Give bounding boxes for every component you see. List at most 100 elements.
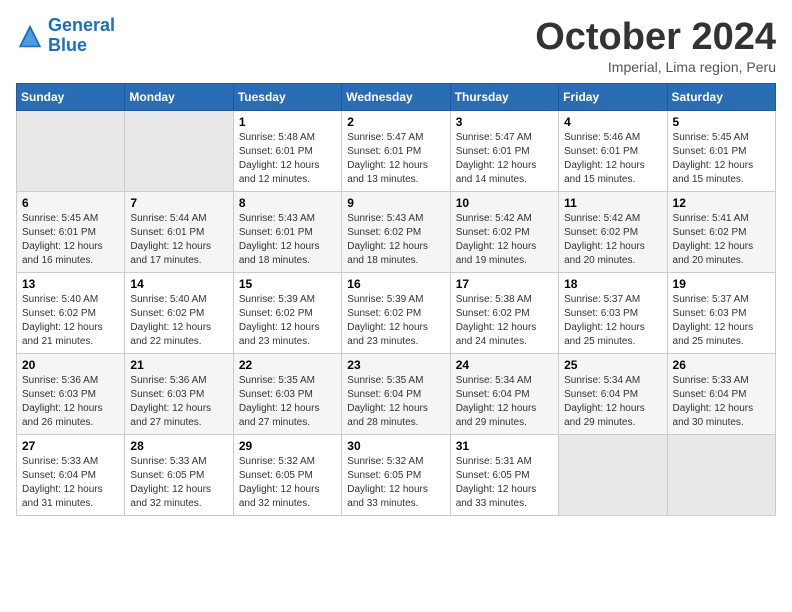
page-header: General Blue October 2024 Imperial, Lima… [16, 16, 776, 75]
calendar-table: SundayMondayTuesdayWednesdayThursdayFrid… [16, 83, 776, 516]
day-number: 23 [347, 358, 444, 372]
day-info: Sunrise: 5:39 AMSunset: 6:02 PMDaylight:… [347, 293, 444, 349]
day-number: 13 [22, 277, 119, 291]
weekday-header-sunday: Sunday [17, 84, 125, 111]
day-info: Sunrise: 5:38 AMSunset: 6:02 PMDaylight:… [456, 293, 553, 349]
calendar-cell: 3Sunrise: 5:47 AMSunset: 6:01 PMDaylight… [450, 111, 558, 192]
day-number: 17 [456, 277, 553, 291]
day-number: 27 [22, 439, 119, 453]
day-number: 11 [564, 196, 661, 210]
day-info: Sunrise: 5:35 AMSunset: 6:03 PMDaylight:… [239, 374, 336, 430]
day-number: 29 [239, 439, 336, 453]
calendar-cell: 15 Sunrise: 5:39 AMSunset: 6:02 PMDayligh… [233, 273, 341, 354]
calendar-week-row: 20 Sunrise: 5:36 AMSunset: 6:03 PMDayligh… [17, 354, 776, 435]
day-info: Sunrise: 5:40 AMSunset: 6:02 PMDaylight:… [22, 293, 119, 349]
day-info: Sunrise: 5:34 AMSunset: 6:04 PMDaylight:… [456, 374, 553, 430]
day-info: Sunrise: 5:45 AMSunset: 6:01 PMDaylight:… [22, 212, 119, 268]
day-number: 18 [564, 277, 661, 291]
day-info: Sunrise: 5:33 AMSunset: 6:04 PMDaylight:… [22, 455, 119, 511]
calendar-cell: 31 Sunrise: 5:31 AMSunset: 6:05 PMDayligh… [450, 435, 558, 516]
calendar-cell: 26 Sunrise: 5:33 AMSunset: 6:04 PMDayligh… [667, 354, 775, 435]
calendar-cell: 17 Sunrise: 5:38 AMSunset: 6:02 PMDayligh… [450, 273, 558, 354]
day-info: Sunrise: 5:32 AMSunset: 6:05 PMDaylight:… [347, 455, 444, 511]
day-number: 9 [347, 196, 444, 210]
day-info: Sunrise: 5:33 AMSunset: 6:04 PMDaylight:… [673, 374, 770, 430]
weekday-header-row: SundayMondayTuesdayWednesdayThursdayFrid… [17, 84, 776, 111]
calendar-cell: 14Sunrise: 5:40 AMSunset: 6:02 PMDayligh… [125, 273, 233, 354]
day-info: Sunrise: 5:34 AMSunset: 6:04 PMDaylight:… [564, 374, 661, 430]
logo-icon [16, 22, 44, 50]
calendar-week-row: 6 Sunrise: 5:45 AMSunset: 6:01 PMDaylight… [17, 192, 776, 273]
weekday-header-thursday: Thursday [450, 84, 558, 111]
day-info: Sunrise: 5:44 AMSunset: 6:01 PMDaylight:… [130, 212, 227, 268]
day-info: Sunrise: 5:47 AMSunset: 6:01 PMDaylight:… [347, 131, 444, 187]
calendar-week-row: 1 Sunrise: 5:48 AMSunset: 6:01 PMDaylight… [17, 111, 776, 192]
title-area: October 2024 Imperial, Lima region, Peru [535, 16, 776, 75]
day-info: Sunrise: 5:37 AMSunset: 6:03 PMDaylight:… [564, 293, 661, 349]
calendar-cell [17, 111, 125, 192]
logo-line1: General [48, 15, 115, 35]
day-info: Sunrise: 5:36 AMSunset: 6:03 PMDaylight:… [130, 374, 227, 430]
day-number: 30 [347, 439, 444, 453]
day-info: Sunrise: 5:42 AMSunset: 6:02 PMDaylight:… [456, 212, 553, 268]
day-info: Sunrise: 5:43 AMSunset: 6:02 PMDaylight:… [347, 212, 444, 268]
calendar-cell [667, 435, 775, 516]
day-info: Sunrise: 5:46 AMSunset: 6:01 PMDaylight:… [564, 131, 661, 187]
day-info: Sunrise: 5:31 AMSunset: 6:05 PMDaylight:… [456, 455, 553, 511]
weekday-header-tuesday: Tuesday [233, 84, 341, 111]
calendar-cell: 9 Sunrise: 5:43 AMSunset: 6:02 PMDaylight… [342, 192, 450, 273]
calendar-cell: 22 Sunrise: 5:35 AMSunset: 6:03 PMDayligh… [233, 354, 341, 435]
logo-text: General Blue [48, 16, 115, 56]
day-number: 6 [22, 196, 119, 210]
day-info: Sunrise: 5:48 AMSunset: 6:01 PMDaylight:… [239, 131, 336, 187]
calendar-cell: 1 Sunrise: 5:48 AMSunset: 6:01 PMDaylight… [233, 111, 341, 192]
logo-line2: Blue [48, 35, 87, 55]
day-info: Sunrise: 5:45 AMSunset: 6:01 PMDaylight:… [673, 131, 770, 187]
day-info: Sunrise: 5:33 AMSunset: 6:05 PMDaylight:… [130, 455, 227, 511]
location: Imperial, Lima region, Peru [535, 59, 776, 75]
day-info: Sunrise: 5:35 AMSunset: 6:04 PMDaylight:… [347, 374, 444, 430]
day-number: 1 [239, 115, 336, 129]
day-number: 14 [130, 277, 227, 291]
day-info: Sunrise: 5:39 AMSunset: 6:02 PMDaylight:… [239, 293, 336, 349]
day-number: 16 [347, 277, 444, 291]
day-number: 28 [130, 439, 227, 453]
day-number: 8 [239, 196, 336, 210]
calendar-cell: 4Sunrise: 5:46 AMSunset: 6:01 PMDaylight… [559, 111, 667, 192]
day-info: Sunrise: 5:42 AMSunset: 6:02 PMDaylight:… [564, 212, 661, 268]
calendar-cell [559, 435, 667, 516]
calendar-cell: 5 Sunrise: 5:45 AMSunset: 6:01 PMDaylight… [667, 111, 775, 192]
weekday-header-saturday: Saturday [667, 84, 775, 111]
day-number: 10 [456, 196, 553, 210]
calendar-cell: 27 Sunrise: 5:33 AMSunset: 6:04 PMDayligh… [17, 435, 125, 516]
calendar-cell: 29 Sunrise: 5:32 AMSunset: 6:05 PMDayligh… [233, 435, 341, 516]
day-info: Sunrise: 5:41 AMSunset: 6:02 PMDaylight:… [673, 212, 770, 268]
day-number: 26 [673, 358, 770, 372]
calendar-week-row: 27 Sunrise: 5:33 AMSunset: 6:04 PMDayligh… [17, 435, 776, 516]
day-number: 20 [22, 358, 119, 372]
day-info: Sunrise: 5:32 AMSunset: 6:05 PMDaylight:… [239, 455, 336, 511]
logo: General Blue [16, 16, 115, 56]
day-number: 19 [673, 277, 770, 291]
day-number: 25 [564, 358, 661, 372]
weekday-header-wednesday: Wednesday [342, 84, 450, 111]
day-number: 21 [130, 358, 227, 372]
month-title: October 2024 [535, 16, 776, 59]
day-info: Sunrise: 5:37 AMSunset: 6:03 PMDaylight:… [673, 293, 770, 349]
day-number: 7 [130, 196, 227, 210]
day-info: Sunrise: 5:47 AMSunset: 6:01 PMDaylight:… [456, 131, 553, 187]
day-number: 22 [239, 358, 336, 372]
day-number: 5 [673, 115, 770, 129]
day-info: Sunrise: 5:36 AMSunset: 6:03 PMDaylight:… [22, 374, 119, 430]
calendar-cell: 19 Sunrise: 5:37 AMSunset: 6:03 PMDayligh… [667, 273, 775, 354]
calendar-cell: 21 Sunrise: 5:36 AMSunset: 6:03 PMDayligh… [125, 354, 233, 435]
day-number: 31 [456, 439, 553, 453]
calendar-cell: 25 Sunrise: 5:34 AMSunset: 6:04 PMDayligh… [559, 354, 667, 435]
calendar-cell: 2Sunrise: 5:47 AMSunset: 6:01 PMDaylight… [342, 111, 450, 192]
weekday-header-monday: Monday [125, 84, 233, 111]
weekday-header-friday: Friday [559, 84, 667, 111]
day-number: 24 [456, 358, 553, 372]
day-number: 15 [239, 277, 336, 291]
calendar-cell: 18 Sunrise: 5:37 AMSunset: 6:03 PMDayligh… [559, 273, 667, 354]
calendar-cell: 7 Sunrise: 5:44 AMSunset: 6:01 PMDaylight… [125, 192, 233, 273]
